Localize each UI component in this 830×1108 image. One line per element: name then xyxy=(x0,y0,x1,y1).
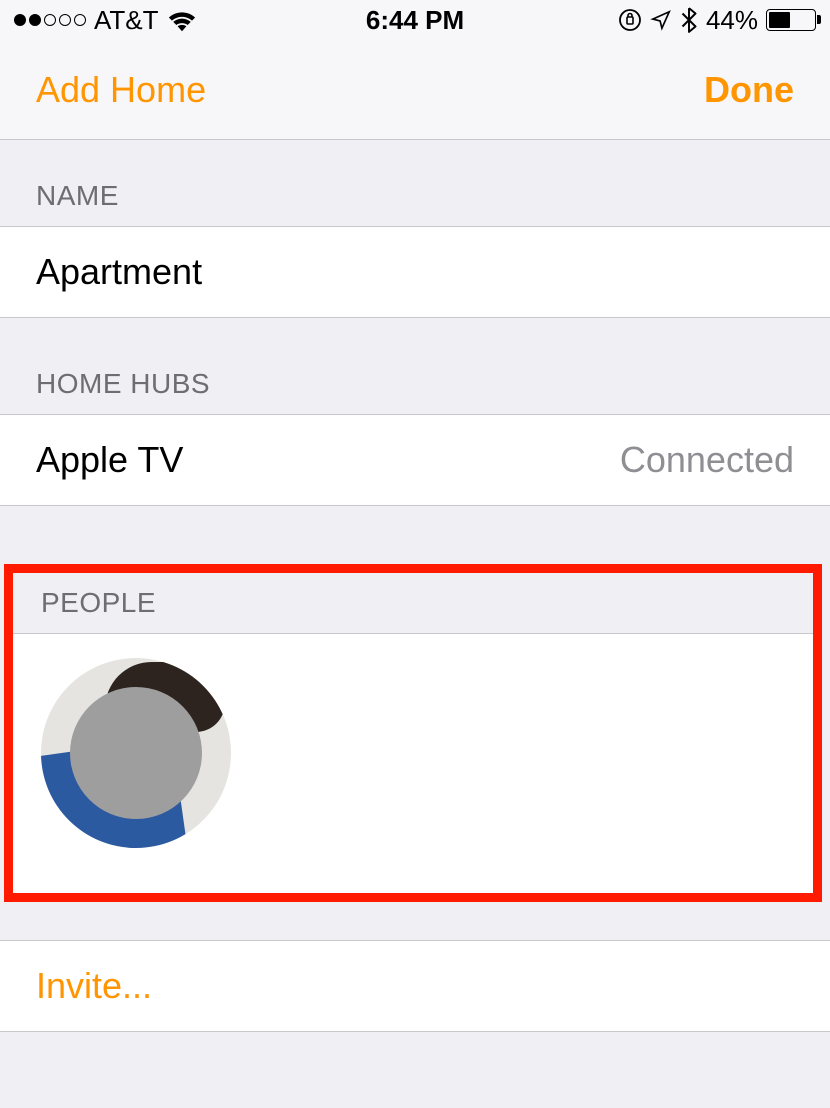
orientation-lock-icon xyxy=(618,8,642,32)
carrier-label: AT&T xyxy=(94,5,159,36)
home-name-cell[interactable]: Apartment xyxy=(0,226,830,318)
person-avatar[interactable] xyxy=(41,658,231,848)
section-header-name: NAME xyxy=(0,140,830,226)
battery-percent-label: 44% xyxy=(706,5,758,36)
battery-icon xyxy=(766,9,816,31)
home-hub-device: Apple TV xyxy=(36,439,183,481)
people-section-highlight: PEOPLE xyxy=(4,564,822,902)
home-hub-cell[interactable]: Apple TV Connected xyxy=(0,414,830,506)
status-bar: AT&T 6:44 PM 44% xyxy=(0,0,830,40)
add-home-button[interactable]: Add Home xyxy=(36,69,206,111)
status-left: AT&T xyxy=(14,5,197,36)
invite-label: Invite... xyxy=(36,965,152,1006)
home-hub-status: Connected xyxy=(620,439,794,481)
wifi-icon xyxy=(167,8,197,32)
bluetooth-icon xyxy=(680,7,698,33)
home-name-value: Apartment xyxy=(36,251,202,293)
section-header-people: PEOPLE xyxy=(13,573,813,633)
done-button[interactable]: Done xyxy=(704,69,794,111)
status-right: 44% xyxy=(618,5,816,36)
invite-cell[interactable]: Invite... xyxy=(0,940,830,1032)
cellular-signal-icon xyxy=(14,14,86,26)
people-content xyxy=(13,633,813,893)
battery-fill xyxy=(769,12,790,28)
navigation-bar: Add Home Done xyxy=(0,40,830,140)
avatar-redaction-mask xyxy=(70,687,202,819)
location-icon xyxy=(650,9,672,31)
section-header-home-hubs: HOME HUBS xyxy=(0,318,830,414)
status-time: 6:44 PM xyxy=(366,5,464,36)
